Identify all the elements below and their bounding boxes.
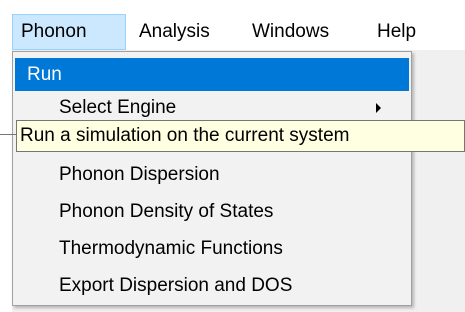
submenu-arrow-icon <box>376 103 381 113</box>
menu-analysis[interactable]: Analysis <box>131 14 218 50</box>
menu-help[interactable]: Help <box>369 14 424 50</box>
tooltip-pointer <box>0 134 16 135</box>
menu-phonon[interactable]: Phonon <box>12 14 126 50</box>
menu-item-select-engine-label: Select Engine <box>59 97 177 118</box>
menu-item-phonon-dispersion[interactable]: Phonon Dispersion <box>15 158 409 191</box>
menu-windows[interactable]: Windows <box>244 14 337 50</box>
menu-item-thermodynamic-functions[interactable]: Thermodynamic Functions <box>15 232 409 265</box>
tooltip: Run a simulation on the current system <box>16 120 465 152</box>
menu-item-export-dispersion-dos[interactable]: Export Dispersion and DOS <box>15 269 409 302</box>
phonon-dropdown-menu: Run Select Engine Phonon Dispersion Phon… <box>12 51 412 306</box>
menu-item-phonon-dos[interactable]: Phonon Density of States <box>15 195 409 228</box>
menu-item-run[interactable]: Run <box>15 58 409 91</box>
app-window: Phonon Analysis Windows Help Run Select … <box>0 0 465 312</box>
menu-bar: Phonon Analysis Windows Help <box>0 0 465 50</box>
